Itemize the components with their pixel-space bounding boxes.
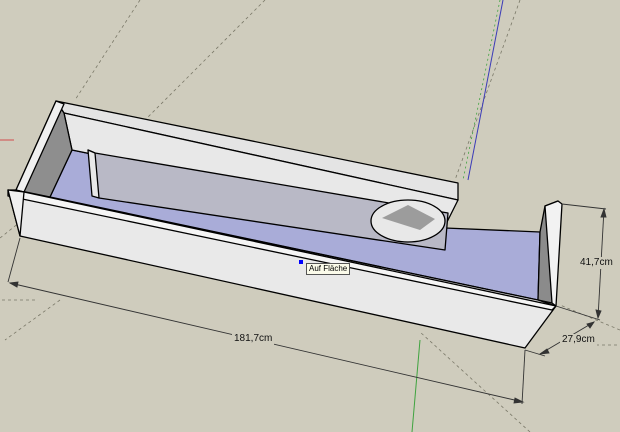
grid-line bbox=[4, 299, 61, 341]
dim-arrow bbox=[513, 397, 525, 404]
inference-tooltip: Auf Fläche bbox=[306, 263, 351, 275]
green-axis-dashed bbox=[462, 0, 501, 181]
endpoint-marker-icon bbox=[299, 260, 303, 264]
box-model[interactable] bbox=[7, 100, 563, 349]
blue-axis bbox=[467, 0, 504, 181]
grid-line bbox=[454, 0, 521, 181]
dimension-depth-label[interactable]: 27,9cm bbox=[560, 334, 597, 346]
dim-arrow bbox=[538, 348, 550, 355]
dim-extension-line bbox=[555, 305, 601, 321]
dimension-length-label[interactable]: 181,7cm bbox=[232, 333, 275, 345]
dim-arrow bbox=[586, 321, 596, 329]
dimension-height-label[interactable]: 41,7cm bbox=[578, 257, 615, 269]
modeling-viewport[interactable]: 181,7cm 41,7cm 27,9cm Auf Fläche bbox=[0, 0, 620, 432]
dim-arrow bbox=[8, 281, 19, 288]
dim-arrow bbox=[600, 207, 607, 218]
dim-arrow bbox=[595, 309, 602, 320]
scene-canvas[interactable] bbox=[0, 0, 620, 432]
dim-extension-line bbox=[7, 237, 21, 283]
dim-extension-line bbox=[561, 203, 607, 210]
dim-extension-line bbox=[521, 349, 526, 405]
green-axis bbox=[411, 339, 421, 432]
grid-line bbox=[74, 0, 141, 101]
